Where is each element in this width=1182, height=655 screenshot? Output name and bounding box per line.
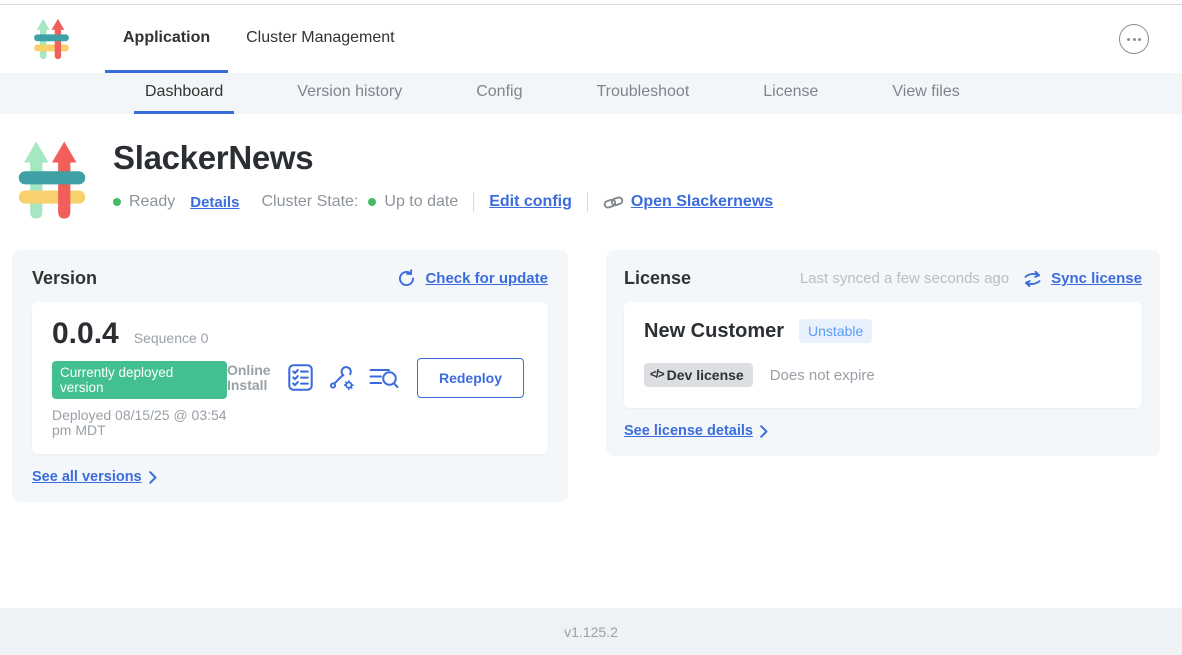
tab-application[interactable]: Application	[105, 5, 228, 73]
current-version-panel: 0.0.4 Sequence 0 Currently deployed vers…	[32, 302, 548, 454]
tab-cluster-management-label: Cluster Management	[246, 29, 395, 47]
chevron-right-icon	[149, 471, 157, 484]
ellipsis-icon	[1127, 38, 1130, 41]
divider	[473, 192, 474, 212]
top-nav-bar: Application Cluster Management	[0, 5, 1182, 73]
deploy-logs-icon[interactable]	[369, 365, 399, 391]
install-type-label: Online Install	[227, 363, 273, 393]
subnav-item-version-history[interactable]: Version history	[286, 73, 413, 114]
chain-link-icon	[601, 193, 625, 212]
license-card-title: License	[624, 268, 691, 289]
subnav-item-config[interactable]: Config	[465, 73, 533, 114]
app-subnav: Dashboard Version history Config Trouble…	[0, 73, 1182, 114]
cluster-status-dot	[368, 198, 376, 206]
subnav-item-license[interactable]: License	[752, 73, 829, 114]
tab-cluster-management[interactable]: Cluster Management	[228, 5, 413, 73]
tab-application-label: Application	[123, 29, 210, 47]
header-tabs: Application Cluster Management	[105, 5, 413, 73]
app-header: SlackerNews Ready Details Cluster State:…	[0, 138, 1182, 222]
main-content: SlackerNews Ready Details Cluster State:…	[0, 114, 1182, 608]
ready-status-dot	[113, 198, 121, 206]
cluster-state-label: Cluster State:	[261, 193, 358, 211]
edit-config-link[interactable]: Edit config	[489, 193, 572, 211]
deployed-timestamp: Deployed 08/15/25 @ 03:54 pm MDT	[52, 408, 227, 438]
divider	[587, 192, 588, 212]
sequence-label: Sequence 0	[134, 330, 209, 346]
app-status-row: Ready Details Cluster State: Up to date …	[113, 192, 773, 212]
channel-badge: Unstable	[799, 319, 872, 343]
preflight-checks-icon[interactable]	[288, 364, 313, 391]
dashboard-cards: Version Check for update 0.0.4 Sequence …	[12, 250, 1170, 502]
license-card: License Last synced a few seconds ago Sy…	[606, 250, 1160, 456]
see-license-details-link[interactable]: See license details	[624, 423, 768, 439]
redeploy-button[interactable]: Redeploy	[417, 358, 524, 398]
app-logo-icon	[33, 17, 70, 61]
currently-deployed-badge: Currently deployed version	[52, 361, 227, 399]
code-icon: </>	[650, 369, 664, 381]
license-panel: New Customer Unstable </> Dev license Do…	[624, 302, 1142, 408]
details-link[interactable]: Details	[190, 194, 239, 211]
cluster-state-value: Up to date	[384, 193, 458, 211]
customer-name: New Customer	[644, 320, 784, 343]
see-all-versions-link[interactable]: See all versions	[32, 469, 157, 485]
footer-bar: v1.125.2	[0, 608, 1182, 655]
version-card: Version Check for update 0.0.4 Sequence …	[12, 250, 568, 502]
subnav-item-troubleshoot[interactable]: Troubleshoot	[585, 73, 700, 114]
check-for-update-link[interactable]: Check for update	[397, 269, 548, 288]
license-expiry: Does not expire	[770, 367, 875, 384]
page-title: SlackerNews	[113, 139, 773, 177]
subnav-item-view-files[interactable]: View files	[881, 73, 970, 114]
open-app-link[interactable]: Open Slackernews	[603, 193, 773, 211]
more-menu-button[interactable]	[1119, 24, 1149, 54]
chevron-right-icon	[760, 425, 768, 438]
subnav-item-dashboard[interactable]: Dashboard	[134, 73, 234, 114]
ready-status-label: Ready	[129, 193, 175, 211]
last-synced-label: Last synced a few seconds ago	[800, 270, 1009, 287]
sync-license-link[interactable]: Sync license	[1023, 270, 1142, 287]
sync-arrows-icon	[1023, 271, 1042, 287]
config-wrench-icon[interactable]	[328, 364, 354, 391]
refresh-icon	[397, 269, 416, 288]
license-type-badge: </> Dev license	[644, 363, 753, 387]
app-icon-large	[17, 138, 87, 222]
version-number: 0.0.4	[52, 317, 119, 351]
version-card-title: Version	[32, 268, 97, 289]
console-version: v1.125.2	[564, 624, 618, 640]
